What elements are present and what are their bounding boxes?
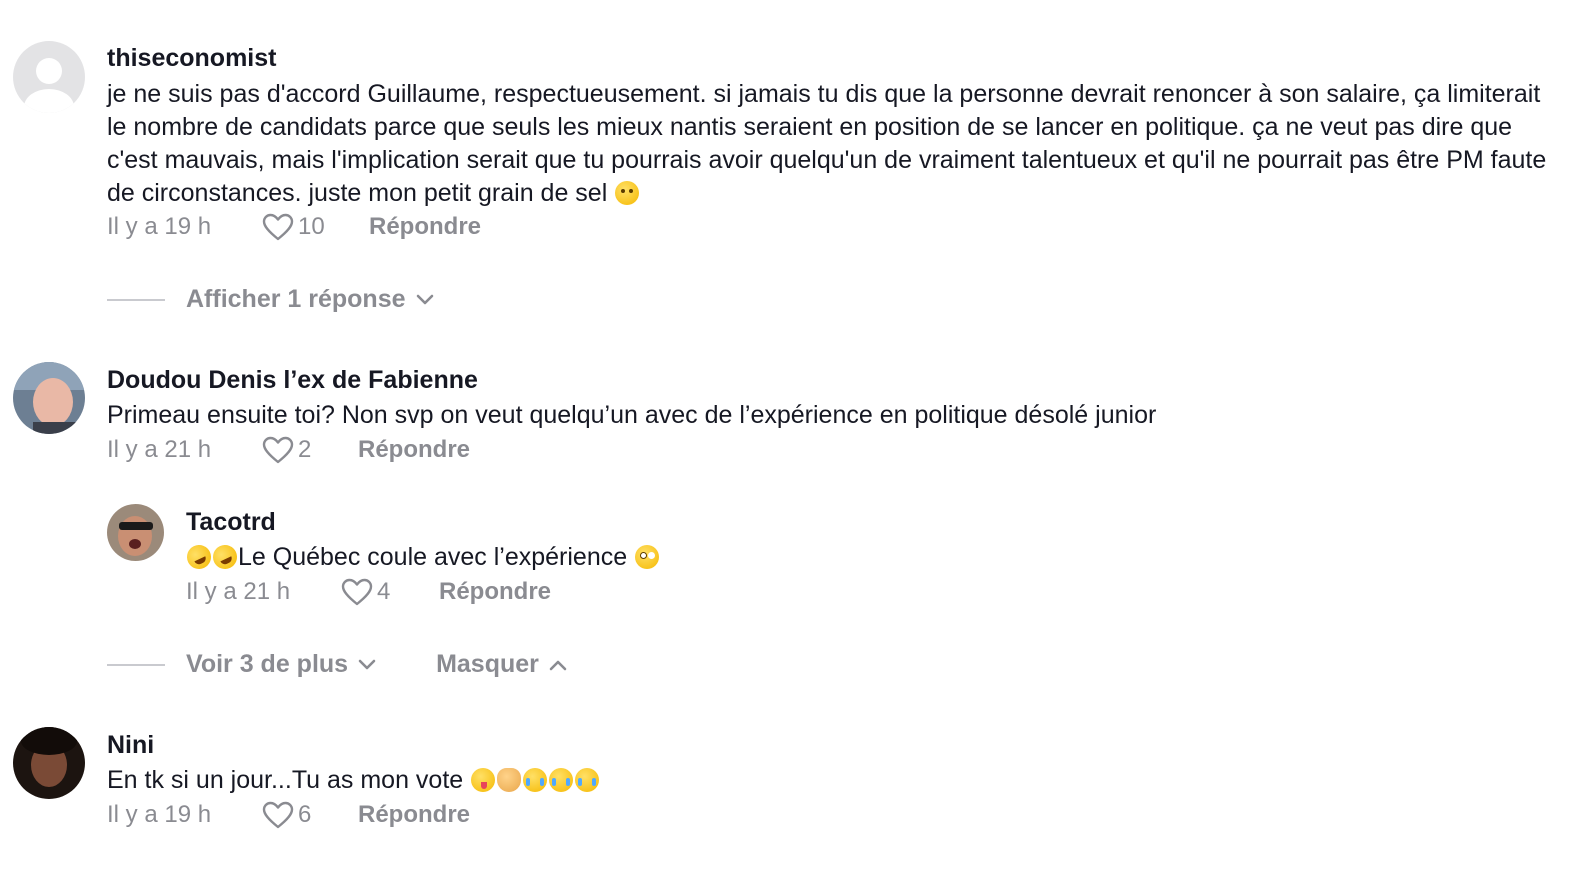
view-more-replies-button[interactable]: Voir 3 de plus <box>186 650 376 679</box>
heart-outline-icon <box>262 213 294 241</box>
reply-button[interactable]: Répondre <box>369 213 481 241</box>
comment-text-body: Primeau ensuite toi? Non svp on veut que… <box>107 401 1157 429</box>
user-photo-icon <box>13 362 85 434</box>
view-more-label: Voir 3 de plus <box>186 650 349 678</box>
comment-text: je ne suis pas d'accord Guillaume, respe… <box>107 78 1547 210</box>
rolling-on-floor-laughing-icon <box>183 541 215 573</box>
comment-text: En tk si un jour...Tu as mon vote <box>107 764 1547 797</box>
comment-meta: Il y a 21 h 2 Répondre <box>107 436 470 464</box>
ok-hand-icon <box>497 768 522 792</box>
comment-timestamp: Il y a 21 h <box>107 436 212 463</box>
comment-meta: Il y a 19 h 6 Répondre <box>107 801 470 829</box>
avatar[interactable] <box>13 362 85 434</box>
comment-text-body: En tk si un jour...Tu as mon vote <box>107 766 464 794</box>
winking-face-icon <box>615 181 640 205</box>
reply-button[interactable]: Répondre <box>358 801 470 829</box>
like-button[interactable]: 2 <box>262 436 358 464</box>
reply-meta: Il y a 21 h 4 Répondre <box>186 578 551 606</box>
view-replies-button[interactable]: Afficher 1 réponse <box>186 285 434 314</box>
hide-replies-button[interactable]: Masquer <box>436 650 567 679</box>
reply-button[interactable]: Répondre <box>439 578 551 606</box>
zany-face-icon <box>471 768 496 792</box>
view-replies-label: Afficher 1 réponse <box>186 285 406 313</box>
comment-username[interactable]: Doudou Denis l’ex de Fabienne <box>107 366 478 395</box>
comment-text-body: je ne suis pas d'accord Guillaume, respe… <box>107 80 1547 207</box>
default-avatar-icon <box>13 41 85 113</box>
face-with-rolling-eyes-icon <box>635 545 660 569</box>
chevron-up-icon <box>549 660 567 670</box>
thread-controls: Afficher 1 réponse <box>107 285 434 314</box>
thread-controls: Voir 3 de plus Masquer <box>107 650 567 679</box>
avatar[interactable] <box>107 504 164 561</box>
heart-outline-icon <box>262 801 294 829</box>
heart-outline-icon <box>341 578 373 606</box>
face-with-tears-of-joy-icon <box>575 768 600 792</box>
comment-timestamp: Il y a 19 h <box>107 213 212 240</box>
face-with-tears-of-joy-icon <box>523 768 548 792</box>
comment-timestamp: Il y a 19 h <box>107 801 212 828</box>
comment-text: Primeau ensuite toi? Non svp on veut que… <box>107 399 1547 432</box>
like-count: 6 <box>298 801 312 828</box>
like-count: 4 <box>377 578 391 605</box>
reply-button[interactable]: Répondre <box>358 436 470 464</box>
divider <box>107 663 165 666</box>
reply-text-body: Le Québec coule avec l’expérience <box>238 543 628 571</box>
user-photo-icon <box>107 504 164 561</box>
user-photo-icon <box>13 727 85 799</box>
like-count: 2 <box>298 436 312 463</box>
chevron-down-icon <box>358 659 376 669</box>
reply-username[interactable]: Tacotrd <box>186 508 276 537</box>
like-button[interactable]: 4 <box>341 578 439 606</box>
comment-username[interactable]: Nini <box>107 731 154 760</box>
comment-meta: Il y a 19 h 10 Répondre <box>107 213 481 241</box>
avatar[interactable] <box>13 41 85 113</box>
divider <box>107 298 165 301</box>
reply-timestamp: Il y a 21 h <box>186 578 291 605</box>
like-button[interactable]: 10 <box>262 213 369 241</box>
chevron-down-icon <box>416 294 433 304</box>
like-count: 10 <box>298 213 325 240</box>
hide-label: Masquer <box>436 650 539 678</box>
comment-username[interactable]: thiseconomist <box>107 44 276 73</box>
heart-outline-icon <box>262 436 294 464</box>
rolling-on-floor-laughing-icon <box>209 541 241 573</box>
reply-text: Le Québec coule avec l’expérience <box>183 541 1546 574</box>
avatar[interactable] <box>13 727 85 799</box>
like-button[interactable]: 6 <box>262 801 358 829</box>
face-with-tears-of-joy-icon <box>549 768 574 792</box>
